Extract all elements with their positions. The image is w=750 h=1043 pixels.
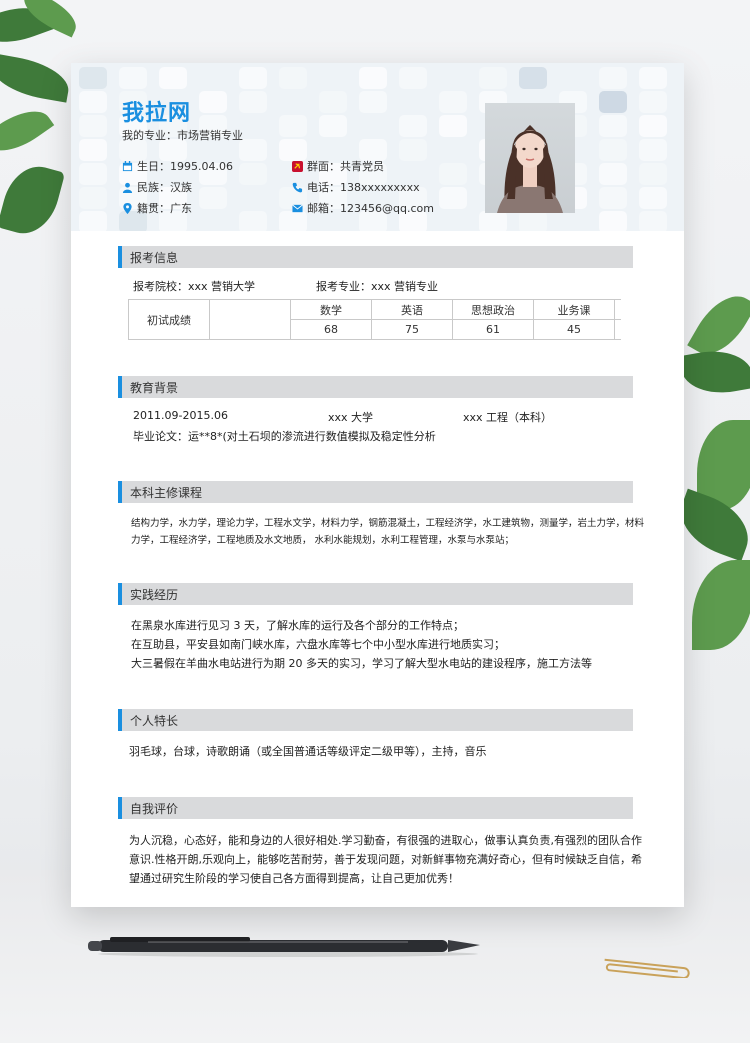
exam-major: 报考专业：xxx 营销专业 (316, 280, 439, 293)
skills-text: 羽毛球，台球，诗歌朗诵（或全国普通话等级评定二级甲等），主持，音乐 (129, 745, 487, 758)
paper-clip (604, 958, 690, 978)
edu-period: 2011.09-2015.06 (133, 409, 228, 422)
subject-politics: 思想政治 (452, 299, 534, 320)
section-courses-title: 本科主修课程 (130, 485, 203, 500)
resume-major: 我的专业：市场营销专业 (122, 129, 243, 142)
section-skills-header: 个人特长 (118, 709, 633, 731)
courses-line-1: 结构力学，水力学，理论力学，工程水文学，材料力学，钢筋混凝土，工程经济学，水工建… (131, 518, 645, 529)
section-practice-header: 实践经历 (118, 583, 633, 605)
self-line-3: 望通过研究生阶段的学习使自己各方面得到提高，让自己更加优秀！ (129, 872, 459, 885)
edu-school: xxx 大学 (328, 411, 374, 424)
edu-degree: xxx 工程（本科） (463, 411, 553, 424)
subject-professional: 业务课 (533, 299, 615, 320)
calendar-icon (122, 160, 133, 171)
profile-photo (485, 103, 575, 213)
person-icon (122, 182, 133, 193)
info-birth: 生日：1995.04.06 (122, 158, 233, 174)
phone-text: 电话：138xxxxxxxxx (307, 181, 420, 194)
self-line-1: 为人沉稳，心态好，能和身边的人很好相处.学习勤奋，有很强的进取心，做事认真负责,… (129, 834, 642, 847)
hometown-text: 籍贯：广东 (137, 202, 192, 215)
score-blank (209, 299, 291, 340)
info-hometown: 籍贯：广东 (122, 200, 192, 216)
score-table: 初试成绩 数学 英语 思想政治 业务课 68 75 61 45 (128, 299, 621, 340)
info-phone: 电话：138xxxxxxxxx (292, 179, 420, 195)
score-professional: 45 (533, 319, 615, 340)
section-education-title: 教育背景 (130, 380, 179, 395)
practice-line-3: 大三暑假在羊曲水电站进行为期 20 多天的实习，学习了解大型水电站的建设程序，施… (131, 657, 592, 670)
resume-paper: 我拉网 我的专业：市场营销专业 生日：1995.04.06 民族：汉族 籍贯：广… (71, 63, 684, 907)
score-math: 68 (290, 319, 372, 340)
section-skills-title: 个人特长 (130, 713, 179, 728)
mail-icon (292, 203, 303, 212)
score-edge (614, 299, 621, 320)
courses-line-2: 力学，工程经济学，工程地质及水文地质， 水利水能规划，水利工程管理，水泵与水泵站… (131, 535, 515, 546)
practice-line-2: 在互助县，平安县如南门峡水库，六盘水库等七个中小型水库进行地质实习； (131, 638, 505, 651)
subject-math: 数学 (290, 299, 372, 320)
self-line-2: 意识.性格开朗,乐观向上，能够吃苦耐劳，善于发现问题，对新鲜事物充满好奇心，但有… (129, 853, 642, 866)
resume-header: 我拉网 我的专业：市场营销专业 生日：1995.04.06 民族：汉族 籍贯：广… (71, 63, 684, 231)
info-email: 邮箱：123456@qq.com (292, 200, 434, 216)
section-exam-header: 报考信息 (118, 246, 633, 268)
party-icon (292, 160, 303, 172)
email-text: 邮箱：123456@qq.com (307, 202, 434, 215)
section-courses-header: 本科主修课程 (118, 481, 633, 503)
score-row-label: 初试成绩 (128, 299, 210, 340)
practice-line-1: 在黑泉水库进行见习 3 天，了解水库的运行及各个部分的工作特点； (131, 619, 464, 632)
birth-text: 生日：1995.04.06 (137, 160, 233, 173)
score-english: 75 (371, 319, 453, 340)
resume-name: 我拉网 (122, 101, 192, 126)
ethnic-text: 民族：汉族 (137, 181, 192, 194)
subject-english: 英语 (371, 299, 453, 320)
edu-thesis: 毕业论文：运**8*(对土石坝的渗流进行数值模拟及稳定性分析 (133, 430, 436, 443)
phone-icon (292, 182, 303, 192)
info-ethnic: 民族：汉族 (122, 179, 192, 195)
section-education-header: 教育背景 (118, 376, 633, 398)
section-practice-title: 实践经历 (130, 587, 179, 602)
section-self-title: 自我评价 (130, 801, 179, 816)
score-politics: 61 (452, 319, 534, 340)
score-edge-2 (614, 319, 621, 340)
pen (88, 937, 480, 957)
location-icon (123, 202, 132, 214)
info-politics: 群面：共青党员 (292, 158, 384, 174)
exam-school: 报考院校：xxx 营销大学 (133, 280, 256, 293)
section-self-header: 自我评价 (118, 797, 633, 819)
section-exam-title: 报考信息 (130, 250, 179, 265)
politics-text: 群面：共青党员 (307, 160, 384, 173)
